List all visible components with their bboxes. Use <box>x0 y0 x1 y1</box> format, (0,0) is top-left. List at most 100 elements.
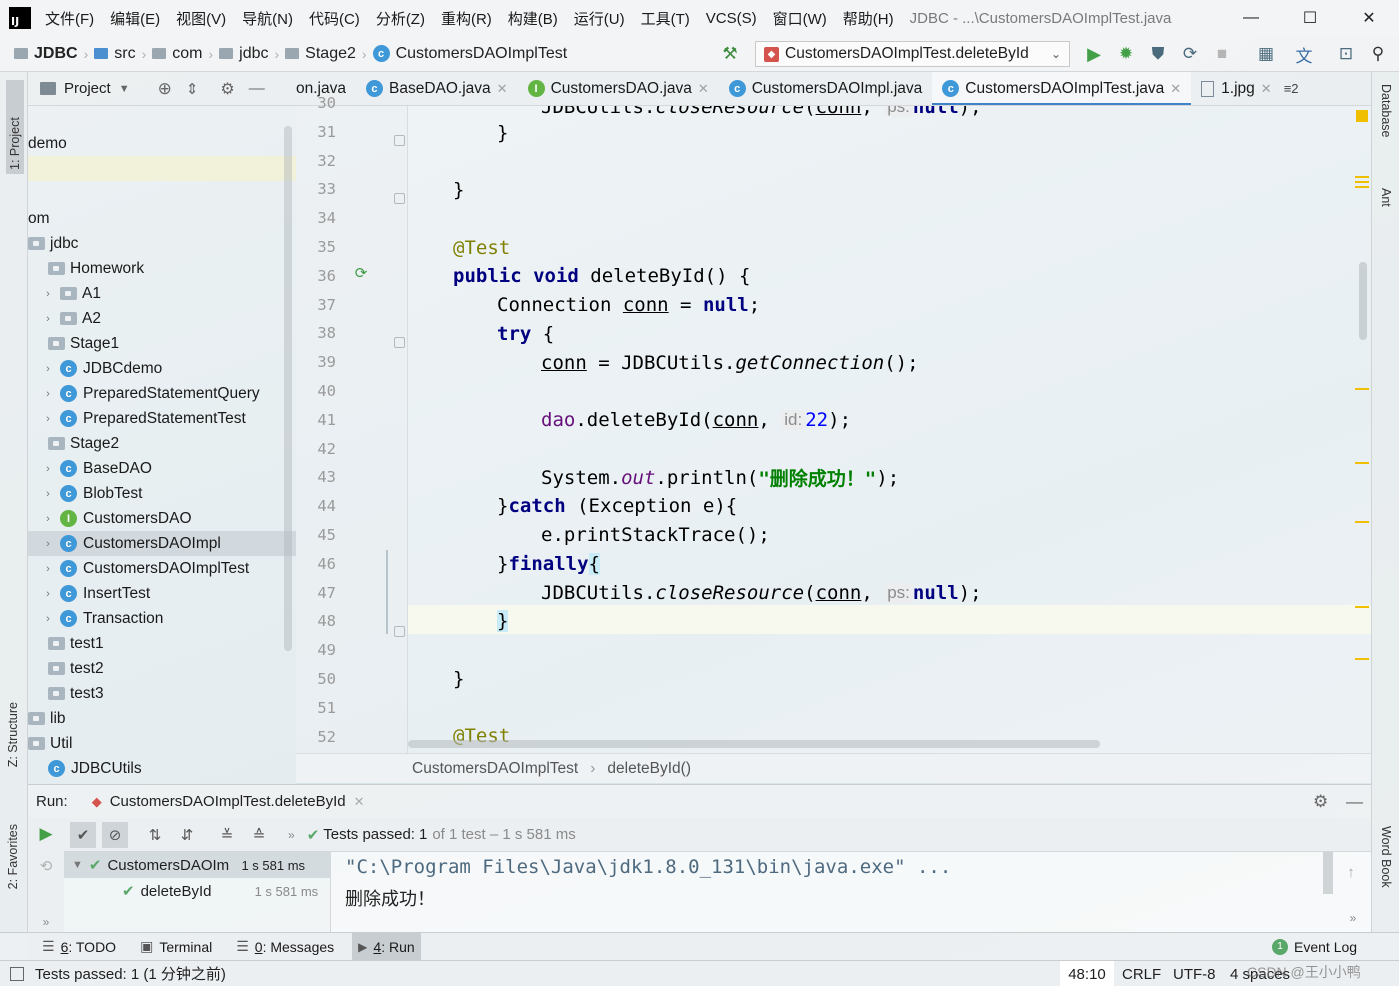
tree-node-basedao[interactable]: › c BaseDAO <box>42 456 152 481</box>
tree-node-demo[interactable]: demo <box>28 131 67 156</box>
tree-node-customersdaoimpl[interactable]: › c CustomersDAOImpl <box>42 531 221 556</box>
hide-panel-icon[interactable]: — <box>1346 792 1363 812</box>
tree-node-a1[interactable]: › A1 <box>42 281 101 306</box>
maximize-button[interactable]: ☐ <box>1287 0 1333 36</box>
line-separator[interactable]: CRLF <box>1122 961 1161 986</box>
tree-node-a2[interactable]: › A2 <box>42 306 101 331</box>
collapse-all-icon[interactable]: ≙ <box>246 822 272 848</box>
chevron-right-icon[interactable]: › <box>42 538 54 550</box>
sort-alpha-icon[interactable]: ⇅ <box>142 822 168 848</box>
close-tab-icon[interactable]: ✕ <box>698 81 709 97</box>
tab-customersdaoimpltest[interactable]: c CustomersDAOImplTest.java ✕ <box>932 72 1192 105</box>
marker-stripe[interactable] <box>1355 388 1369 390</box>
more-icon[interactable]: » <box>288 828 295 842</box>
run-tab[interactable]: CustomersDAOImplTest.deleteById <box>110 793 346 810</box>
marker-stripe[interactable] <box>1355 658 1369 660</box>
close-tab-icon[interactable]: ✕ <box>354 794 365 810</box>
more-icon[interactable]: » <box>36 914 56 930</box>
profile-icon[interactable]: ⟳ <box>1180 44 1200 64</box>
breadcrumb-com[interactable]: com <box>152 45 202 63</box>
marker-stripe[interactable] <box>1355 462 1369 464</box>
menu-vcs[interactable]: VCS(S) <box>706 10 757 27</box>
gear-icon[interactable]: ⚙ <box>1313 792 1328 812</box>
chevron-right-icon[interactable]: › <box>42 363 54 375</box>
marker-stripe[interactable] <box>1355 521 1369 523</box>
warning-indicator-icon[interactable] <box>1356 110 1368 122</box>
code-editor[interactable]: JDBCUtils. closeResource(conn, ps: null);… <box>408 106 1371 753</box>
tab-terminal[interactable]: ▣ Terminal <box>134 933 218 961</box>
close-tab-icon[interactable]: ✕ <box>1261 81 1272 97</box>
run-configuration-select[interactable]: ◆ CustomersDAOImplTest.deleteById ⌄ <box>755 41 1070 67</box>
caret-position[interactable]: 48:10 <box>1060 961 1114 986</box>
event-log-button[interactable]: 1 Event Log <box>1266 933 1363 961</box>
rerun-icon[interactable]: ▶ <box>36 824 56 844</box>
more-icon[interactable]: » <box>1343 910 1363 926</box>
tab-project[interactable]: 1: Project <box>6 80 24 174</box>
gear-icon[interactable]: ⚙ <box>220 79 234 99</box>
search-icon[interactable]: ⚲ <box>1368 44 1388 64</box>
tree-node-test3[interactable]: test3 <box>48 681 104 706</box>
tree-node-transaction[interactable]: › c Transaction <box>42 606 163 631</box>
fold-marker-icon[interactable] <box>394 337 405 348</box>
translate-icon[interactable]: 文 <box>1294 44 1314 66</box>
tree-node-customersdaoimpltest[interactable]: › c CustomersDAOImplTest <box>42 556 249 581</box>
breadcrumb-method[interactable]: deleteById() <box>607 760 691 778</box>
vertical-scrollbar[interactable] <box>1359 262 1367 340</box>
tree-node-jdbcdemo[interactable]: › c JDBCdemo <box>42 356 162 381</box>
tab-favorites[interactable]: 2: Favorites <box>6 824 20 889</box>
tree-node-preparedstatementtest[interactable]: › c PreparedStatementTest <box>42 406 246 431</box>
tab-customersdaoimpl[interactable]: c CustomersDAOImpl.java <box>719 72 933 105</box>
chevron-right-icon[interactable]: › <box>42 488 54 500</box>
tab-1-jpg[interactable]: 1.jpg ✕ <box>1191 72 1282 105</box>
tree-node-test2[interactable]: test2 <box>48 656 104 681</box>
menu-file[interactable]: 文件(F) <box>45 8 94 29</box>
test-row-class[interactable]: ▼ ✔ CustomersDAOIm 1 s 581 ms <box>64 852 330 878</box>
close-window-button[interactable]: ✕ <box>1346 0 1392 36</box>
fold-marker-icon[interactable] <box>394 135 405 146</box>
chevron-right-icon[interactable]: › <box>42 563 54 575</box>
toggle-tool-windows-icon[interactable] <box>10 966 24 981</box>
run-icon[interactable]: ▶ <box>1084 44 1104 64</box>
tab-database[interactable]: Database <box>1379 84 1393 138</box>
tree-node-om[interactable]: om <box>28 206 50 231</box>
marker-stripe[interactable] <box>1355 176 1369 178</box>
menu-build[interactable]: 构建(B) <box>508 8 558 29</box>
tab-ant[interactable]: Ant <box>1379 188 1393 207</box>
fold-marker-icon[interactable] <box>394 193 405 204</box>
locate-icon[interactable]: ⊕ <box>158 79 172 99</box>
horizontal-scrollbar[interactable] <box>408 740 1100 748</box>
breadcrumb-jdbc[interactable]: jdbc <box>219 45 269 63</box>
breadcrumb-class[interactable]: c CustomersDAOImplTest <box>372 45 567 63</box>
build-hammer-icon[interactable]: ⚒ <box>720 44 740 64</box>
test-row-method[interactable]: ✔ deleteById 1 s 581 ms <box>64 878 330 904</box>
tab-customersdao[interactable]: I CustomersDAO.java ✕ <box>518 72 719 105</box>
tab-run[interactable]: ▶ 4: Run <box>352 932 421 961</box>
menu-edit[interactable]: 编辑(E) <box>110 8 160 29</box>
tree-node-stage1[interactable]: Stage1 <box>48 331 119 356</box>
menu-navigate[interactable]: 导航(N) <box>242 8 293 29</box>
menu-refactor[interactable]: 重构(R) <box>441 8 492 29</box>
rerun-failed-icon[interactable]: ⟲ <box>36 856 56 876</box>
tree-node-util[interactable]: Util <box>28 731 72 756</box>
tab-basedao[interactable]: c BaseDAO.java ✕ <box>356 72 518 105</box>
console-output[interactable]: "C:\Program Files\Java\jdk1.8.0_131\bin\… <box>331 852 1371 932</box>
project-structure-icon[interactable]: ▦ <box>1256 44 1276 64</box>
scroll-up-icon[interactable]: ↑ <box>1341 862 1361 882</box>
chevron-right-icon[interactable]: › <box>42 413 54 425</box>
tree-node-jdbcutils[interactable]: c JDBCUtils <box>48 756 142 781</box>
tree-node-customersdao[interactable]: › I CustomersDAO <box>42 506 192 531</box>
chevron-right-icon[interactable]: › <box>42 613 54 625</box>
run-test-gutter-icon[interactable]: ⟳ <box>352 264 370 282</box>
show-ignored-icon[interactable]: ⊘ <box>102 821 128 848</box>
minimize-button[interactable]: — <box>1228 0 1274 36</box>
tree-node-jdbc[interactable]: jdbc <box>28 231 78 256</box>
menu-window[interactable]: 窗口(W) <box>773 8 827 29</box>
tree-node-inserttest[interactable]: › c InsertTest <box>42 581 150 606</box>
tree-node-stage2[interactable]: Stage2 <box>48 431 119 456</box>
file-encoding[interactable]: UTF-8 <box>1173 961 1216 986</box>
close-tab-icon[interactable]: ✕ <box>1170 81 1181 97</box>
tab-todo[interactable]: ☰ 6: TODO <box>36 933 122 961</box>
tree-node-blobtest[interactable]: › c BlobTest <box>42 481 142 506</box>
tree-node-preparedstatementquery[interactable]: › c PreparedStatementQuery <box>42 381 260 406</box>
sort-duration-icon[interactable]: ⇵ <box>174 822 200 848</box>
